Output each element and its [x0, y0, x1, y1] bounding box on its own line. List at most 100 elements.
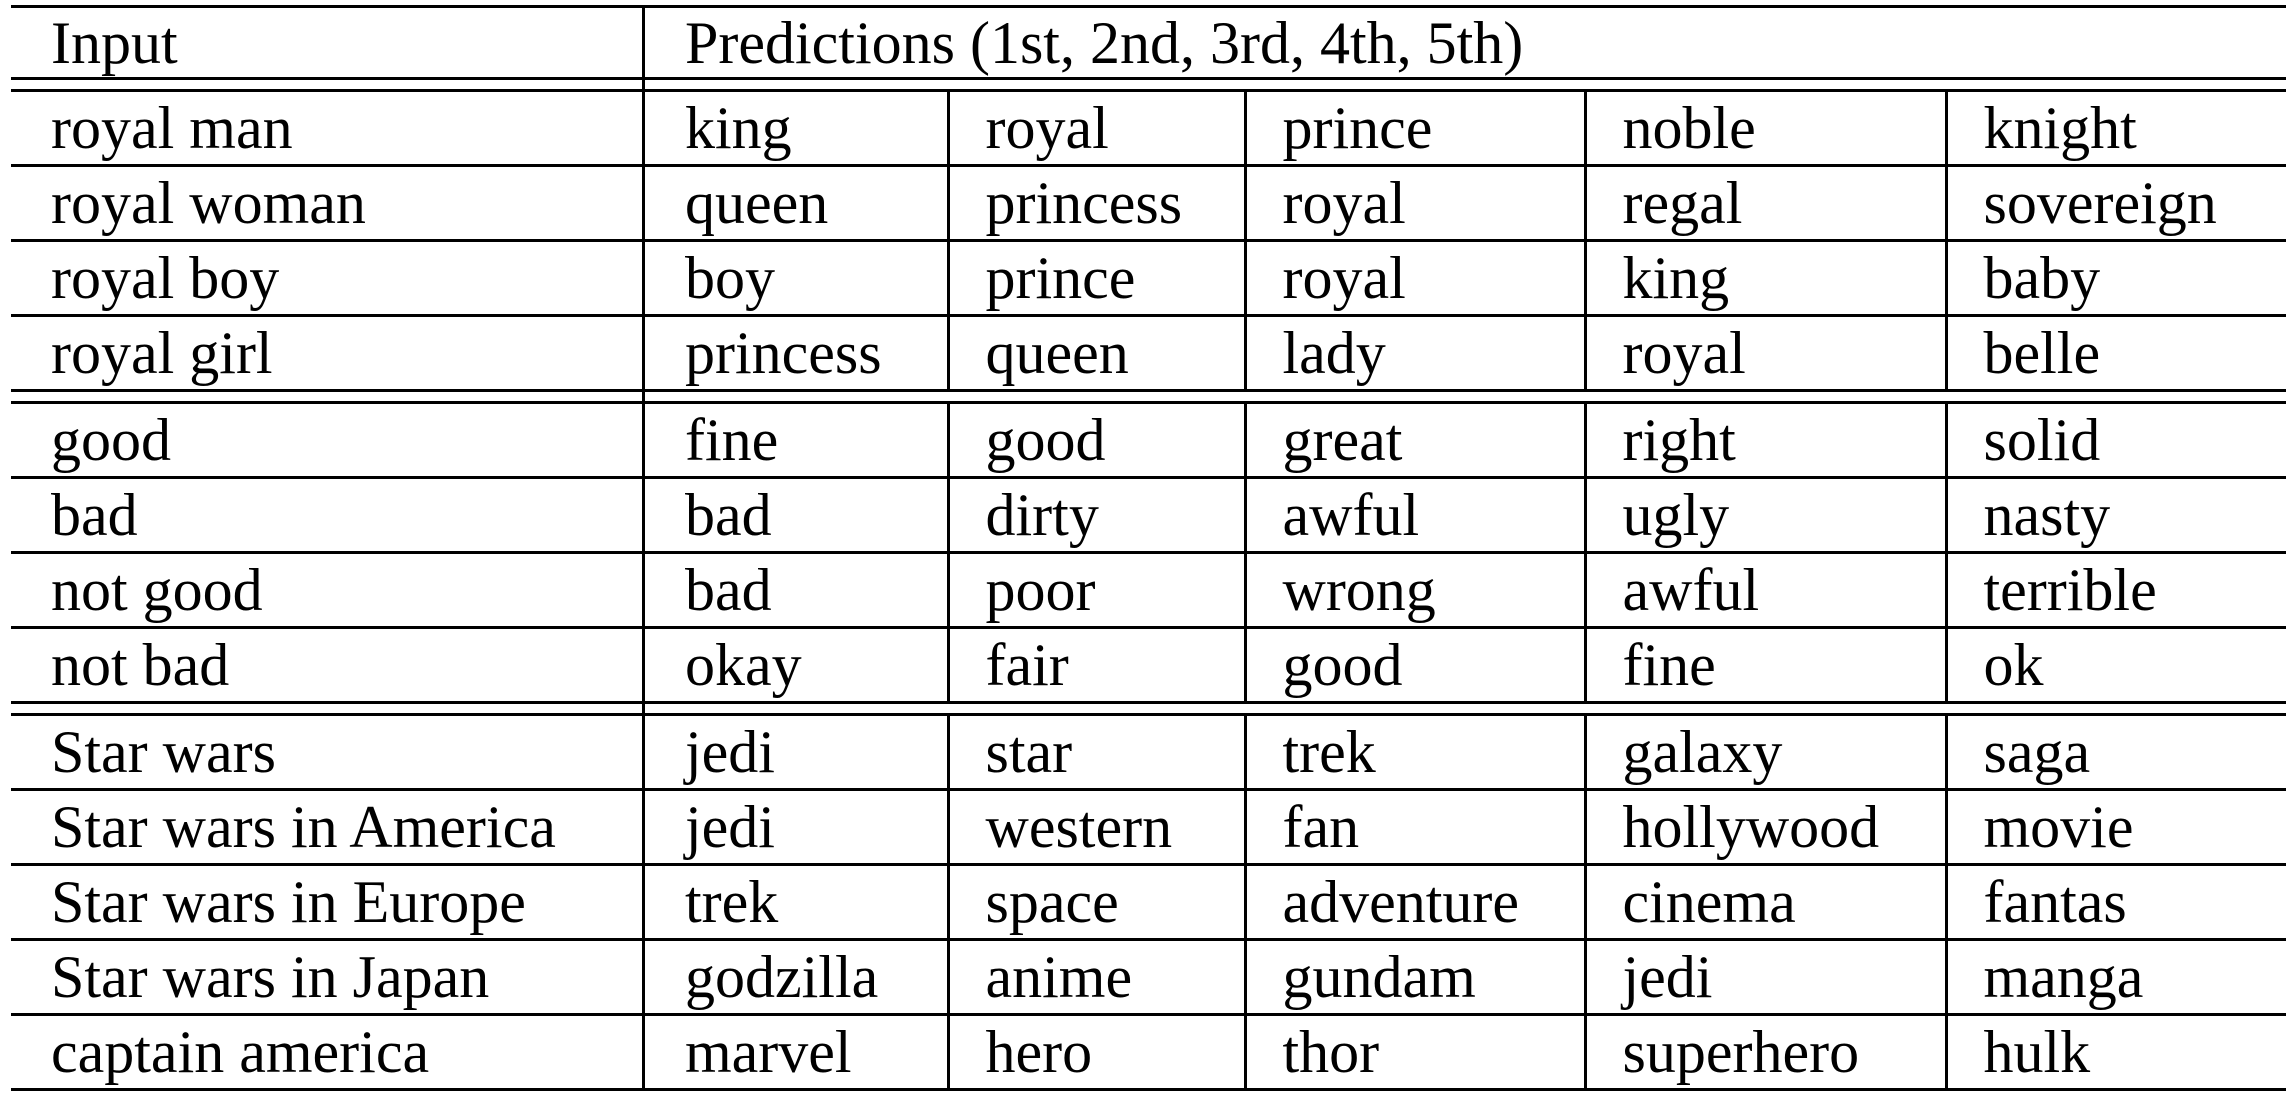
- input-cell: bad: [11, 477, 645, 554]
- prediction-cell-4: awful: [1583, 552, 1946, 629]
- prediction-cell-5: belle: [1944, 315, 2286, 392]
- prediction-cell-4: fine: [1583, 627, 1946, 704]
- double-rule: [641, 627, 650, 704]
- prediction-cell-4: right: [1583, 401, 1946, 479]
- prediction-cell-2: prince: [946, 240, 1245, 317]
- prediction-cell-3: gundam: [1243, 939, 1585, 1016]
- prediction-cell-2: royal: [946, 89, 1245, 167]
- double-rule: [641, 5, 650, 80]
- prediction-cell-1: fine: [650, 401, 948, 479]
- prediction-cell-5: baby: [1944, 240, 2286, 317]
- input-cell: royal woman: [11, 165, 645, 242]
- prediction-cell-5: fantas: [1944, 864, 2286, 941]
- input-cell: royal boy: [11, 240, 645, 317]
- prediction-cell-1: okay: [650, 627, 948, 704]
- prediction-cell-2: princess: [946, 165, 1245, 242]
- table-row: bad bad dirty awful ugly nasty: [11, 477, 2286, 554]
- input-cell: not good: [11, 552, 645, 629]
- header-row: Input Predictions (1st, 2nd, 3rd, 4th, 5…: [11, 5, 2286, 80]
- input-cell: royal girl: [11, 315, 645, 392]
- prediction-cell-5: terrible: [1944, 552, 2286, 629]
- table-row: Star wars in Japan godzilla anime gundam jed…: [11, 939, 2286, 1016]
- predictions-column-header: Predictions (1st, 2nd, 3rd, 4th, 5th): [650, 5, 2286, 80]
- prediction-cell-3: royal: [1243, 240, 1585, 317]
- prediction-cell-2: space: [946, 864, 1245, 941]
- prediction-cell-2: fair: [946, 627, 1245, 704]
- prediction-cell-1: jedi: [650, 789, 948, 866]
- table-body: Input Predictions (1st, 2nd, 3rd, 4th, 5…: [11, 5, 2286, 1091]
- table-row: Star wars in Europe trek space adventure cin…: [11, 864, 2286, 941]
- prediction-cell-1: trek: [650, 864, 948, 941]
- prediction-cell-5: sovereign: [1944, 165, 2286, 242]
- double-rule: [641, 78, 650, 91]
- input-cell: Star wars in Europe: [11, 864, 645, 941]
- group-separator: [11, 390, 2286, 403]
- prediction-cell-5: movie: [1944, 789, 2286, 866]
- group-separator: [11, 702, 2286, 715]
- input-cell: not bad: [11, 627, 645, 704]
- double-rule: [641, 315, 650, 392]
- prediction-cell-2: queen: [946, 315, 1245, 392]
- prediction-cell-5: saga: [1944, 713, 2286, 791]
- prediction-cell-4: jedi: [1583, 939, 1946, 1016]
- double-rule: [641, 165, 650, 242]
- prediction-cell-1: bad: [650, 552, 948, 629]
- prediction-cell-3: thor: [1243, 1014, 1585, 1091]
- input-cell: royal man: [11, 89, 645, 167]
- group-separator: [11, 78, 2286, 91]
- prediction-cell-4: king: [1583, 240, 1946, 317]
- double-rule: [641, 477, 650, 554]
- prediction-cell-2: western: [946, 789, 1245, 866]
- double-rule: [641, 89, 650, 167]
- separator-cell: [650, 703, 2286, 715]
- table-row: not bad okay fair good fine ok: [11, 627, 2286, 704]
- double-rule: [641, 789, 650, 866]
- prediction-cell-3: great: [1243, 401, 1585, 479]
- prediction-cell-1: boy: [650, 240, 948, 317]
- prediction-cell-4: regal: [1583, 165, 1946, 242]
- prediction-cell-3: wrong: [1243, 552, 1585, 629]
- prediction-cell-3: good: [1243, 627, 1585, 704]
- table-row: royal boy boy prince royal king baby: [11, 240, 2286, 317]
- input-cell: captain america: [11, 1014, 645, 1091]
- prediction-cell-5: solid: [1944, 401, 2286, 479]
- prediction-cell-4: galaxy: [1583, 713, 1946, 791]
- separator-cell: [650, 391, 2286, 403]
- table-row: not good bad poor wrong awful terrible: [11, 552, 2286, 629]
- double-rule: [641, 390, 650, 403]
- prediction-cell-1: bad: [650, 477, 948, 554]
- double-rule: [641, 702, 650, 715]
- prediction-cell-2: poor: [946, 552, 1245, 629]
- input-cell: Star wars: [11, 713, 645, 791]
- prediction-cell-4: superhero: [1583, 1014, 1946, 1091]
- prediction-cell-1: marvel: [650, 1014, 948, 1091]
- prediction-cell-4: royal: [1583, 315, 1946, 392]
- double-rule: [641, 864, 650, 941]
- prediction-cell-3: trek: [1243, 713, 1585, 791]
- prediction-cell-4: noble: [1583, 89, 1946, 167]
- table-row: Star wars in America jedi western fan hollyw…: [11, 789, 2286, 866]
- prediction-cell-3: adventure: [1243, 864, 1585, 941]
- prediction-cell-2: star: [946, 713, 1245, 791]
- double-rule: [641, 401, 650, 479]
- double-rule: [641, 939, 650, 1016]
- prediction-cell-1: queen: [650, 165, 948, 242]
- double-rule: [641, 1014, 650, 1091]
- table-row: good fine good great right solid: [11, 401, 2286, 479]
- prediction-cell-5: manga: [1944, 939, 2286, 1016]
- prediction-cell-5: knight: [1944, 89, 2286, 167]
- prediction-cell-5: nasty: [1944, 477, 2286, 554]
- double-rule: [641, 240, 650, 317]
- prediction-cell-4: ugly: [1583, 477, 1946, 554]
- table-row: captain america marvel hero thor superhero hu…: [11, 1014, 2286, 1091]
- separator-cell: [11, 702, 645, 715]
- prediction-cell-2: dirty: [946, 477, 1245, 554]
- prediction-cell-2: hero: [946, 1014, 1245, 1091]
- prediction-cell-4: cinema: [1583, 864, 1946, 941]
- prediction-cell-3: fan: [1243, 789, 1585, 866]
- double-rule: [641, 713, 650, 791]
- table-row: royal girl princess queen lady royal belle: [11, 315, 2286, 392]
- separator-cell: [11, 390, 645, 403]
- input-cell: Star wars in America: [11, 789, 645, 866]
- prediction-cell-3: prince: [1243, 89, 1585, 167]
